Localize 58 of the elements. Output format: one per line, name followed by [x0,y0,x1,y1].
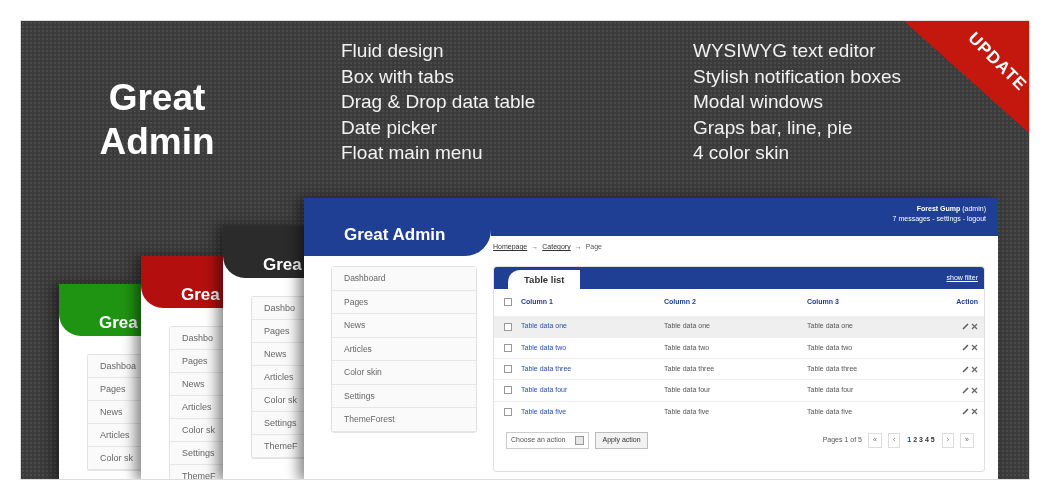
row-checkbox[interactable] [504,386,512,395]
menu-item[interactable]: Dashbo [170,327,223,350]
banner-title: Great Admin [98,76,216,164]
menu-item[interactable]: Dashboard [332,267,476,291]
feature-item: Drag & Drop data table [341,90,537,114]
menu-item[interactable]: News [170,373,223,396]
menu-item[interactable]: Articles [252,366,304,389]
feature-item: Modal windows [693,90,824,114]
menu-item[interactable]: Articles [88,424,141,447]
feature-item: Graps bar, line, pie [693,115,854,140]
menu-item[interactable]: Dashbo [252,297,304,320]
panel-tab[interactable]: Table list [508,269,581,289]
menu-item[interactable]: Color skin [332,361,476,385]
feature-item: Fluid design [341,39,445,63]
edit-icon[interactable] [962,323,970,331]
menu-item[interactable]: News [252,343,304,366]
edit-icon[interactable] [962,386,970,394]
menu-item[interactable]: Pages [170,350,223,373]
logo-text: Great Admin [344,225,446,244]
menu-item[interactable]: Articles [332,337,476,361]
menu-item[interactable]: Articles [170,396,223,419]
menu-item[interactable]: Color sk [170,419,223,442]
menu-item[interactable]: ThemeF [170,465,223,479]
delete-icon[interactable] [971,386,978,394]
feature-item: Box with tabs [341,64,455,89]
menu-item[interactable]: Color sk [252,389,304,412]
logo-text: Grea [181,285,220,304]
feature-item: 4 color skin [693,141,791,165]
feature-item: Float main menu [341,141,484,165]
menu-item[interactable]: Pages [88,378,141,401]
row-checkbox[interactable] [504,322,512,331]
menu-item[interactable]: Pages [252,320,304,343]
menu-item[interactable]: News [88,401,141,424]
menu-item[interactable]: Settings [332,384,476,408]
menu-item[interactable]: Settings [252,412,304,435]
menu-item[interactable]: News [332,314,476,338]
delete-icon[interactable] [971,323,978,331]
feature-item: Date picker [341,115,439,140]
menu-item[interactable]: Color sk [88,447,141,470]
edit-icon[interactable] [962,344,970,352]
row-checkbox[interactable] [504,408,512,416]
logo-text: Grea [263,255,302,274]
edit-icon[interactable] [962,408,970,416]
menu-item[interactable]: Pages [332,290,476,314]
menu-item[interactable]: Dashboa [88,355,141,378]
logo-text: Grea [99,313,138,332]
menu-item[interactable]: ThemeF [252,435,304,458]
delete-icon[interactable] [971,344,978,352]
row-checkbox[interactable] [504,343,512,352]
menu-item[interactable]: Settings [170,442,223,465]
delete-icon[interactable] [971,408,978,416]
delete-icon[interactable] [971,365,978,373]
menu-item[interactable]: ThemeForest [332,408,476,432]
select-all-checkbox[interactable] [504,298,512,307]
feature-item: Stylish notification boxes [693,64,902,89]
edit-icon[interactable] [962,365,970,373]
feature-item: WYSIWYG text editor [693,39,877,63]
row-checkbox[interactable] [504,365,512,374]
